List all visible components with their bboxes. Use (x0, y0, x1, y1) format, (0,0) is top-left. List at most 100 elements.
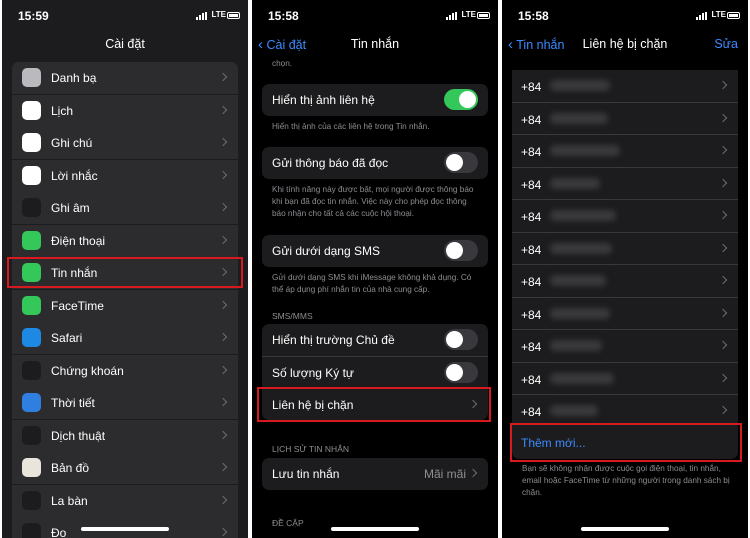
chevron-right-icon (718, 80, 728, 90)
send-as-sms-note: Gửi dưới dạng SMS khi iMessage không khả… (272, 273, 472, 294)
read-receipts-toggle[interactable] (444, 152, 478, 173)
settings-row[interactable]: Điện thoại (12, 224, 238, 257)
top-fragment: chọn. (272, 59, 293, 68)
blocked-contact-row[interactable]: +84 (512, 200, 738, 233)
subject-field-row: Hiển thị trường Chủ đề (262, 324, 488, 356)
blocked-contact-row[interactable]: +84 (512, 265, 738, 298)
blocked-contact-row[interactable]: +84 (512, 297, 738, 330)
settings-row-label: FaceTime (51, 298, 104, 313)
reminders-icon (22, 165, 41, 185)
home-indicator (81, 527, 169, 531)
translate-icon (22, 425, 41, 445)
status-time: 15:59 (18, 9, 49, 23)
chevron-right-icon (718, 210, 728, 220)
blocked-contact-row[interactable]: +84 (512, 232, 738, 265)
battery-icon (727, 12, 740, 19)
settings-row[interactable]: Lời nhắc (12, 159, 238, 192)
settings-row-label: Ghi âm (51, 201, 90, 215)
blocked-contact-row[interactable]: +84 (512, 102, 738, 135)
history-group: Lưu tin nhắn Mãi mãi (262, 458, 488, 490)
settings-row-label: Đo (51, 526, 67, 538)
contact-number: +84 (521, 340, 542, 354)
settings-row-label: Lời nhắc (51, 168, 98, 183)
network-type: LTE (711, 10, 726, 19)
redacted-number (550, 340, 602, 351)
settings-row[interactable]: Ghi chú (12, 127, 238, 159)
settings-screen: 15:59 LTE Cài đặt Danh bạ Lịch Ghi chú Lời … (2, 0, 248, 538)
settings-row[interactable]: Safari (12, 322, 238, 354)
status-time: 15:58 (518, 9, 549, 23)
settings-row[interactable]: Chứng khoán (12, 354, 238, 387)
status-bar: 15:58 LTE (252, 0, 498, 32)
send-as-sms-label: Gửi dưới dạng SMS (272, 244, 380, 258)
settings-row-label: Ghi chú (51, 136, 93, 150)
contact-number: +84 (521, 145, 542, 159)
compass-icon (22, 490, 41, 510)
blocked-contact-row[interactable]: +84 (512, 135, 738, 168)
blocked-contact-row[interactable]: +84 (512, 362, 738, 395)
signal-icon (196, 12, 208, 20)
subject-field-toggle[interactable] (444, 329, 478, 350)
keep-messages-value: Mãi mãi (423, 467, 466, 481)
contact-number: +84 (521, 177, 542, 192)
redacted-number (550, 210, 616, 221)
chevron-right-icon (218, 235, 228, 244)
settings-row[interactable]: La bàn (12, 484, 238, 517)
chevron-right-icon (218, 170, 228, 179)
settings-row[interactable]: FaceTime (12, 289, 238, 322)
battery-icon (227, 12, 240, 19)
contact-number: +84 (521, 80, 542, 94)
send-as-sms-toggle[interactable] (444, 240, 478, 261)
voice-memos-icon (22, 198, 41, 217)
settings-row[interactable]: Ghi âm (12, 192, 238, 224)
show-contact-photos-toggle[interactable] (444, 89, 478, 110)
subject-field-label: Hiển thị trường Chủ đề (272, 333, 395, 347)
redacted-number (550, 405, 598, 416)
settings-row-label: Dịch thuật (51, 428, 106, 443)
settings-row[interactable]: Danh bạ (12, 62, 238, 94)
edit-button[interactable]: Sửa (714, 37, 738, 51)
contact-number: +84 (521, 112, 542, 127)
keep-messages-label: Lưu tin nhắn (272, 467, 340, 481)
redacted-number (550, 80, 610, 91)
keep-messages-row[interactable]: Lưu tin nhắn Mãi mãi (262, 458, 488, 490)
contact-number: +84 (521, 210, 542, 224)
phone-icon (22, 230, 41, 250)
chevron-right-icon (218, 137, 228, 147)
highlight-box (7, 257, 243, 288)
settings-row[interactable]: Dịch thuật (12, 419, 238, 452)
contact-number: +84 (521, 307, 542, 322)
blocked-contact-row[interactable]: +84 (512, 330, 738, 363)
blocked-contacts-screen: 15:58 LTE ‹ Tin nhắn Liên hệ bị chặn Sửa… (502, 0, 748, 538)
chevron-right-icon (218, 365, 228, 374)
redacted-number (550, 307, 610, 319)
network-type: LTE (211, 10, 226, 19)
redacted-number (550, 372, 614, 384)
status-bar: 15:58 LTE (502, 0, 748, 32)
home-indicator (581, 527, 669, 531)
settings-row-label: Safari (51, 331, 83, 345)
chevron-right-icon (218, 105, 228, 114)
contact-number: +84 (521, 242, 542, 257)
char-count-row: Số lượng Ký tự (262, 356, 488, 388)
settings-row[interactable]: Lịch (12, 94, 238, 127)
page-title: Cài đặt (105, 37, 145, 51)
char-count-toggle[interactable] (444, 362, 478, 383)
read-receipts-group: Gửi thông báo đã đọc (262, 147, 488, 179)
blocked-contact-row[interactable]: +84 (512, 70, 738, 103)
safari-icon (22, 328, 41, 347)
chevron-right-icon (718, 373, 728, 382)
settings-row-label: Lịch (51, 103, 74, 118)
chevron-right-icon (718, 243, 728, 252)
settings-row[interactable]: Bản đồ (12, 452, 238, 484)
settings-row-label: La bàn (51, 493, 88, 508)
redacted-number (550, 145, 620, 156)
blocked-contact-row[interactable]: +84 (512, 167, 738, 200)
contact-number: +84 (521, 275, 542, 289)
chevron-right-icon (718, 113, 728, 122)
contact-number: +84 (521, 372, 542, 387)
settings-row[interactable]: Thời tiết (12, 387, 238, 419)
settings-row-label: Điện thoại (51, 233, 106, 248)
chevron-right-icon (218, 527, 228, 537)
settings-row-label: Danh bạ (51, 71, 97, 85)
